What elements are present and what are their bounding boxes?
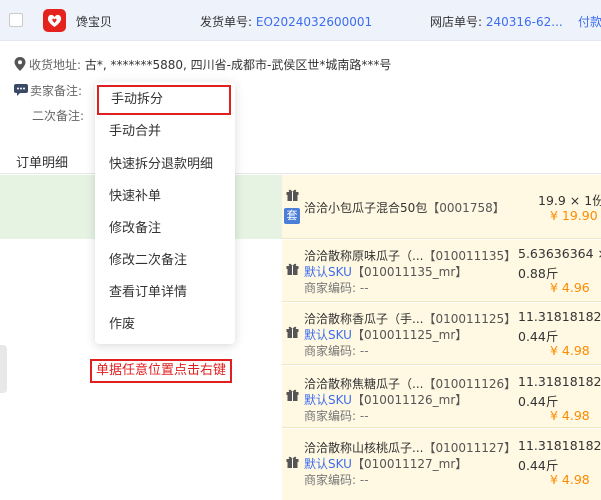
- gift-icon: [286, 389, 299, 401]
- product-price: ¥ 4.98: [550, 472, 590, 487]
- product-name-text: 洽洽散称山核桃瓜子...: [304, 441, 424, 455]
- product-qty: 19.9 × 1份: [538, 193, 601, 208]
- product-qty: 11.31818182: [518, 374, 601, 389]
- product-name[interactable]: 洽洽小包瓜子混合50包【0001758】: [304, 199, 505, 216]
- sku-code: 【010011126_mr】: [351, 393, 468, 407]
- product-price: ¥ 4.96: [550, 280, 590, 295]
- product-code: 【0001758】: [427, 201, 505, 215]
- product-price: ¥ 4.98: [550, 343, 590, 358]
- menu-item-edit-note[interactable]: 修改备注: [95, 214, 235, 244]
- gift-icon: [286, 456, 299, 468]
- order-item-row[interactable]: 洽洽散称焦糖瓜子（...【010011126】 默认SKU【010011126_…: [282, 366, 601, 428]
- shop-name: 馋宝贝: [76, 15, 113, 29]
- product-name-text: 洽洽散称原味瓜子（...: [304, 249, 424, 263]
- product-code: 【010011125】: [423, 312, 517, 326]
- product-qty: 5.63636364 ×: [518, 246, 601, 261]
- sku-label: 默认SKU: [304, 393, 352, 407]
- order-detail-title: 订单明细: [16, 156, 69, 171]
- product-name[interactable]: 洽洽散称山核桃瓜子...【010011127】: [304, 439, 516, 456]
- product-name-text: 洽洽散称香瓜子（手...: [304, 312, 424, 326]
- sku-code: 【010011127_mr】: [351, 457, 468, 471]
- menu-item-manual-split[interactable]: 手动拆分: [97, 85, 231, 115]
- shipping-address: 收货地址: 古*, *******5880, 四川省-成都市-武侯区世*城南路*…: [14, 56, 391, 73]
- gift-icon: [286, 189, 299, 201]
- right-click-hint: 单据任意位置点击右键: [90, 359, 233, 383]
- product-name[interactable]: 洽洽散称原味瓜子（...【010011135】: [304, 247, 516, 264]
- ship-number-value[interactable]: EO2024032600001: [256, 15, 372, 29]
- online-order-number: 网店单号: 240316-62...: [430, 13, 563, 30]
- seller-note-label: 卖家备注:: [30, 84, 83, 98]
- online-order-label: 网店单号:: [430, 15, 486, 29]
- sku-code: 【010011125_mr】: [351, 328, 468, 342]
- product-code: 【010011126】: [423, 377, 517, 391]
- menu-item-view-order-detail[interactable]: 查看订单详情: [95, 278, 235, 308]
- product-price: ¥ 4.98: [550, 408, 590, 423]
- order-item-row[interactable]: 洽洽散称山核桃瓜子...【010011127】 默认SKU【010011127_…: [282, 429, 601, 500]
- svg-text:♥: ♥: [52, 18, 57, 25]
- merchant-code: 商家编码: --: [304, 473, 369, 487]
- ship-number-label: 发货单号:: [200, 15, 256, 29]
- merchant-code: 商家编码: --: [304, 281, 369, 295]
- order-header: ♥ 馋宝贝 发货单号: EO2024032600001 网店单号: 240316…: [0, 0, 601, 41]
- menu-item-void[interactable]: 作废: [95, 310, 235, 340]
- product-code: 【010011127】: [423, 441, 517, 455]
- order-item-row[interactable]: 洽洽散称香瓜子（手...【010011125】 默认SKU【010011125_…: [282, 303, 601, 365]
- product-code: 【010011135】: [423, 249, 517, 263]
- product-name[interactable]: 洽洽散称香瓜子（手...【010011125】: [304, 310, 516, 327]
- sku-label: 默认SKU: [304, 265, 352, 279]
- sku-code: 【010011135_mr】: [351, 265, 468, 279]
- product-name-text: 洽洽小包瓜子混合50包: [304, 201, 428, 215]
- order-checkbox[interactable]: [9, 13, 23, 27]
- product-sku[interactable]: 默认SKU【010011125_mr】: [304, 326, 467, 343]
- chat-icon: [14, 84, 28, 96]
- shop-logo-icon: ♥: [43, 9, 66, 32]
- side-collapse-handle[interactable]: [0, 345, 7, 393]
- sku-label: 默认SKU: [304, 457, 352, 471]
- sku-label: 默认SKU: [304, 328, 352, 342]
- menu-item-quick-reorder[interactable]: 快速补单: [95, 182, 235, 212]
- menu-item-edit-second-note[interactable]: 修改二次备注: [95, 246, 235, 276]
- second-note-label: 二次备注:: [32, 109, 85, 123]
- gift-icon: [286, 263, 299, 275]
- product-name[interactable]: 洽洽散称焦糖瓜子（...【010011126】: [304, 375, 516, 392]
- order-item-row[interactable]: 套 洽洽小包瓜子混合50包【0001758】 19.9 × 1份 ¥ 19.90: [282, 175, 601, 239]
- seller-note: 卖家备注:: [14, 82, 82, 99]
- set-badge: 套: [284, 208, 300, 224]
- merchant-code: 商家编码: --: [304, 409, 369, 423]
- product-sku[interactable]: 默认SKU【010011135_mr】: [304, 263, 467, 280]
- order-item-row[interactable]: 洽洽散称原味瓜子（...【010011135】 默认SKU【010011135_…: [282, 240, 601, 302]
- product-sku[interactable]: 默认SKU【010011127_mr】: [304, 455, 467, 472]
- product-price: ¥ 19.90: [550, 208, 598, 223]
- divider: [0, 173, 601, 174]
- menu-item-quick-split-refund[interactable]: 快速拆分退款明细: [95, 150, 235, 180]
- product-sku[interactable]: 默认SKU【010011126_mr】: [304, 391, 467, 408]
- ship-number: 发货单号: EO2024032600001: [200, 13, 372, 30]
- product-qty: 11.31818182: [518, 309, 601, 324]
- merchant-code: 商家编码: --: [304, 344, 369, 358]
- online-order-value[interactable]: 240316-62...: [486, 15, 563, 29]
- payment-label: 付款: [578, 15, 601, 29]
- address-value: 古*, *******5880, 四川省-成都市-武侯区世*城南路***号: [84, 58, 392, 72]
- address-label: 收货地址:: [29, 58, 85, 72]
- gift-icon: [286, 326, 299, 338]
- product-name-text: 洽洽散称焦糖瓜子（...: [304, 377, 424, 391]
- context-menu: 手动拆分 手动合并 快速拆分退款明细 快速补单 修改备注 修改二次备注 查看订单…: [95, 82, 235, 344]
- menu-item-manual-merge[interactable]: 手动合并: [95, 117, 235, 147]
- location-pin-icon: [14, 57, 26, 71]
- product-qty: 11.31818182: [518, 438, 601, 453]
